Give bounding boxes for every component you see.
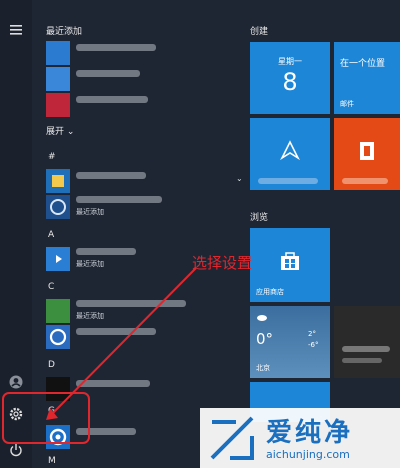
annotation-highlight-box — [2, 392, 90, 444]
watermark-url: aichunjing.com — [266, 448, 350, 461]
watermark: 爱纯净 aichunjing.com — [200, 408, 400, 468]
watermark-brand: 爱纯净 — [266, 418, 354, 448]
watermark-logo-icon — [210, 416, 254, 460]
